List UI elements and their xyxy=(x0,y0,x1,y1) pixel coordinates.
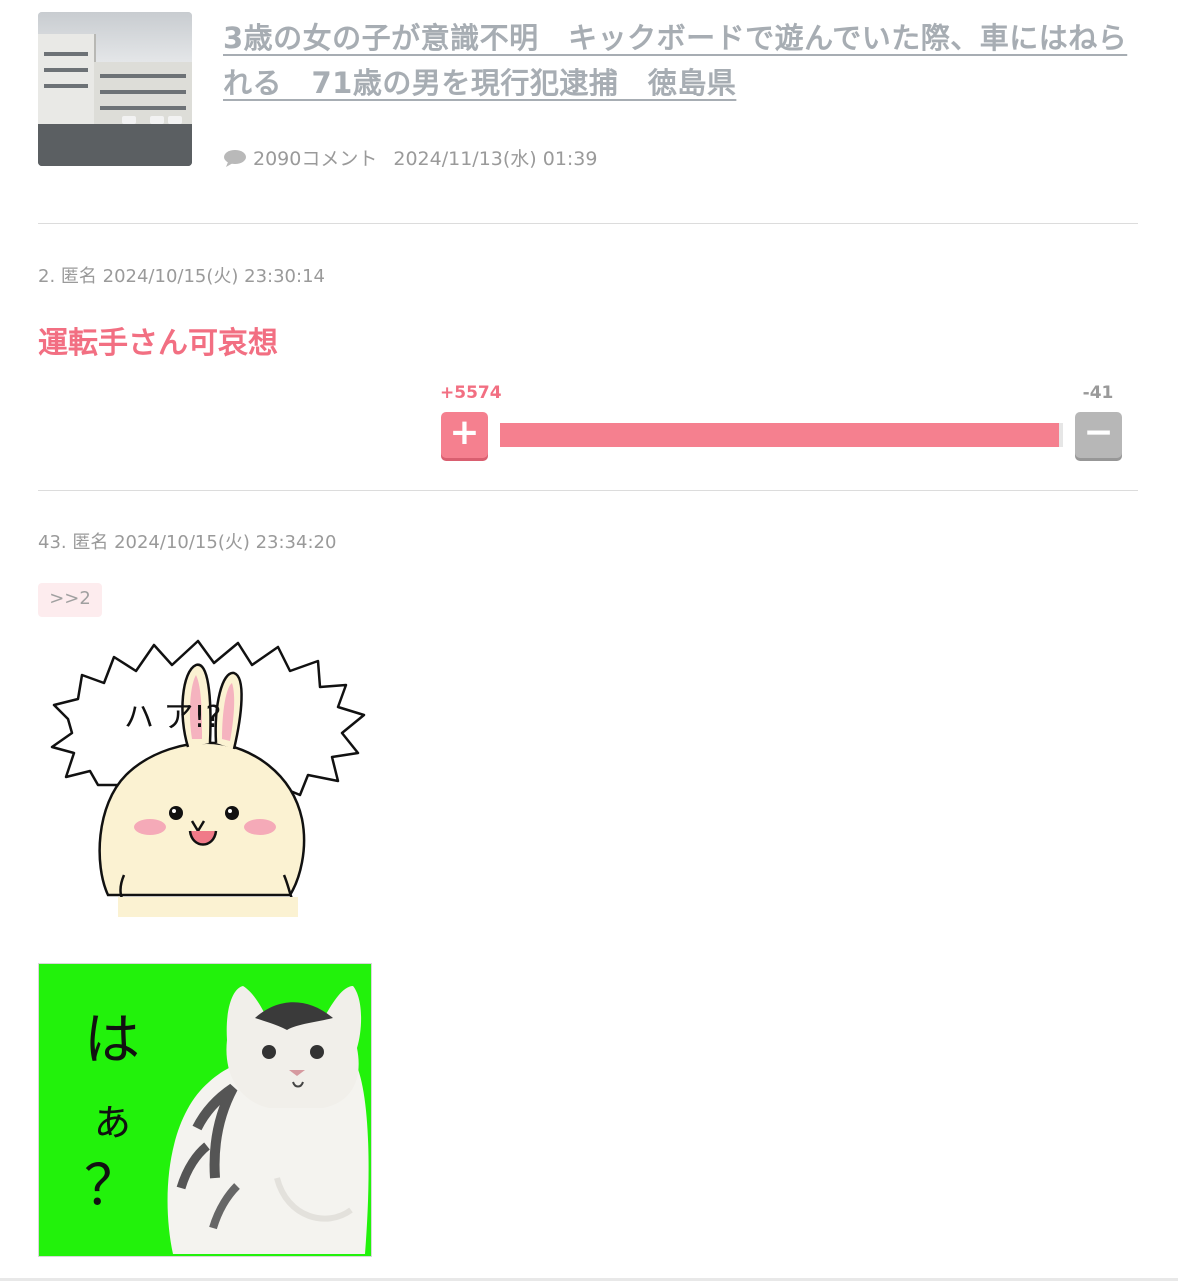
vote-ratio-fill xyxy=(500,423,1060,447)
article-title-link[interactable]: 3歳の女の子が意識不明 キックボードで遊んでいた際、車にはねられる 71歳の男を… xyxy=(223,16,1133,106)
plus-icon: + xyxy=(449,412,480,453)
vote-widget: +5574 -41 + − xyxy=(440,383,1124,463)
comment-count: 2090コメント xyxy=(253,148,378,170)
cat-meme-image[interactable]: は ぁ ？ xyxy=(38,963,372,1257)
minus-icon: − xyxy=(1083,412,1114,453)
image-text-1: は xyxy=(84,1008,140,1073)
rabbit-sticker-image[interactable]: ハ ア!? xyxy=(38,635,374,917)
plus-count: +5574 xyxy=(440,383,502,403)
minus-count: -41 xyxy=(1082,383,1114,403)
vote-ratio-bar xyxy=(500,423,1063,447)
article-thumbnail[interactable] xyxy=(38,12,192,166)
article-card[interactable]: 3歳の女の子が意識不明 キックボードで遊んでいた際、車にはねられる 71歳の男を… xyxy=(38,12,1138,172)
reply-anchor-link[interactable]: >>2 xyxy=(38,583,102,617)
article-meta: 2090コメント 2024/11/13(水) 01:39 xyxy=(223,144,598,171)
article-date: 2024/11/13(水) 01:39 xyxy=(393,148,598,170)
divider xyxy=(38,223,1138,224)
sticker-text: ハ ア!? xyxy=(124,700,222,735)
comment-body: 運転手さん可哀想 xyxy=(38,326,278,361)
divider xyxy=(38,490,1138,491)
comment-header: 2. 匿名 2024/10/15(火) 23:30:14 xyxy=(38,266,325,287)
image-text-3: ？ xyxy=(84,1154,140,1219)
page: 3歳の女の子が意識不明 キックボードで遊んでいた際、車にはねられる 71歳の男を… xyxy=(0,0,1178,1281)
plus-vote-button[interactable]: + xyxy=(441,412,488,458)
comment-bubble-icon xyxy=(224,149,246,167)
image-text-2: ぁ xyxy=(90,1095,134,1146)
minus-vote-button[interactable]: − xyxy=(1075,412,1122,458)
comment-header: 43. 匿名 2024/10/15(火) 23:34:20 xyxy=(38,532,337,553)
cat-figure xyxy=(167,986,369,1254)
